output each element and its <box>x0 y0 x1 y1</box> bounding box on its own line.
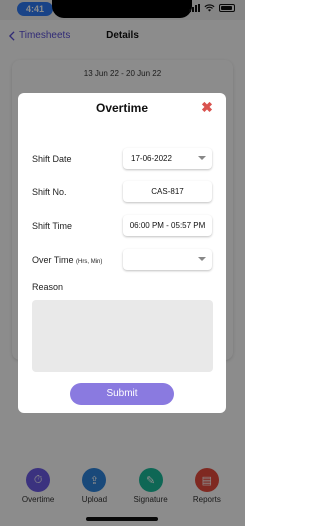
close-icon[interactable]: ✖ <box>201 100 213 114</box>
shift-time-field: 06:00 PM - 05:57 PM <box>123 215 212 236</box>
shift-date-label: Shift Date <box>32 154 72 164</box>
over-time-label: Over Time (Hrs, Min) <box>32 255 102 265</box>
shift-no-value: CAS-817 <box>151 187 184 196</box>
over-time-label-text: Over Time <box>32 255 74 265</box>
shift-no-field: CAS-817 <box>123 181 212 202</box>
modal-title: Overtime <box>95 101 149 115</box>
reason-label: Reason <box>32 282 64 292</box>
shift-time-value: 06:00 PM - 05:57 PM <box>129 221 206 230</box>
chevron-down-icon <box>198 156 206 160</box>
shift-date-select[interactable]: 17-06-2022 <box>123 148 212 169</box>
shift-time-label: Shift Time <box>32 221 73 231</box>
submit-button[interactable]: Submit <box>70 383 174 405</box>
over-time-select[interactable] <box>123 249 212 270</box>
overtime-modal: Overtime ✖ Shift Date 17-06-2022 Shift N… <box>18 93 226 413</box>
shift-no-label: Shift No. <box>32 187 67 197</box>
chevron-down-icon <box>198 257 206 261</box>
reason-textarea[interactable] <box>32 300 213 372</box>
over-time-unit: (Hrs, Min) <box>76 259 103 265</box>
shift-date-value: 17-06-2022 <box>131 154 172 163</box>
